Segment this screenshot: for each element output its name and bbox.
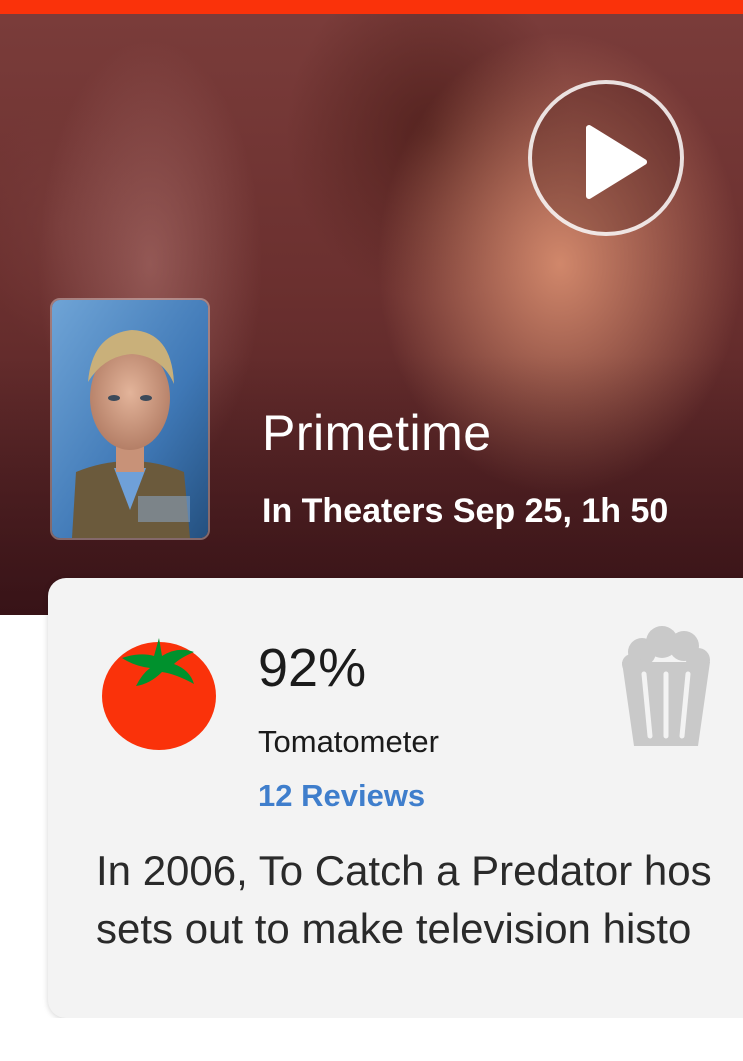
release-info: In Theaters Sep 25, 1h 50 [262, 492, 669, 530]
play-trailer-button[interactable] [528, 80, 684, 236]
play-icon [586, 125, 647, 199]
movie-poster[interactable] [50, 298, 210, 540]
synopsis-line: In 2006, To Catch a Predator hos [96, 847, 712, 894]
movie-title: Primetime [262, 405, 492, 461]
movie-synopsis: In 2006, To Catch a Predator hos sets ou… [96, 842, 743, 960]
tomato-icon [102, 638, 216, 750]
bottom-strip [0, 1018, 743, 1061]
tomatometer-label: Tomatometer [258, 724, 439, 759]
reviews-link[interactable]: 12 Reviews [258, 778, 425, 814]
poster-image [52, 300, 208, 538]
empty-popcorn-icon [622, 626, 710, 746]
tomatometer-score: 92% [258, 638, 367, 698]
synopsis-line: sets out to make television histo [96, 905, 692, 952]
top-accent-bar [0, 0, 743, 14]
